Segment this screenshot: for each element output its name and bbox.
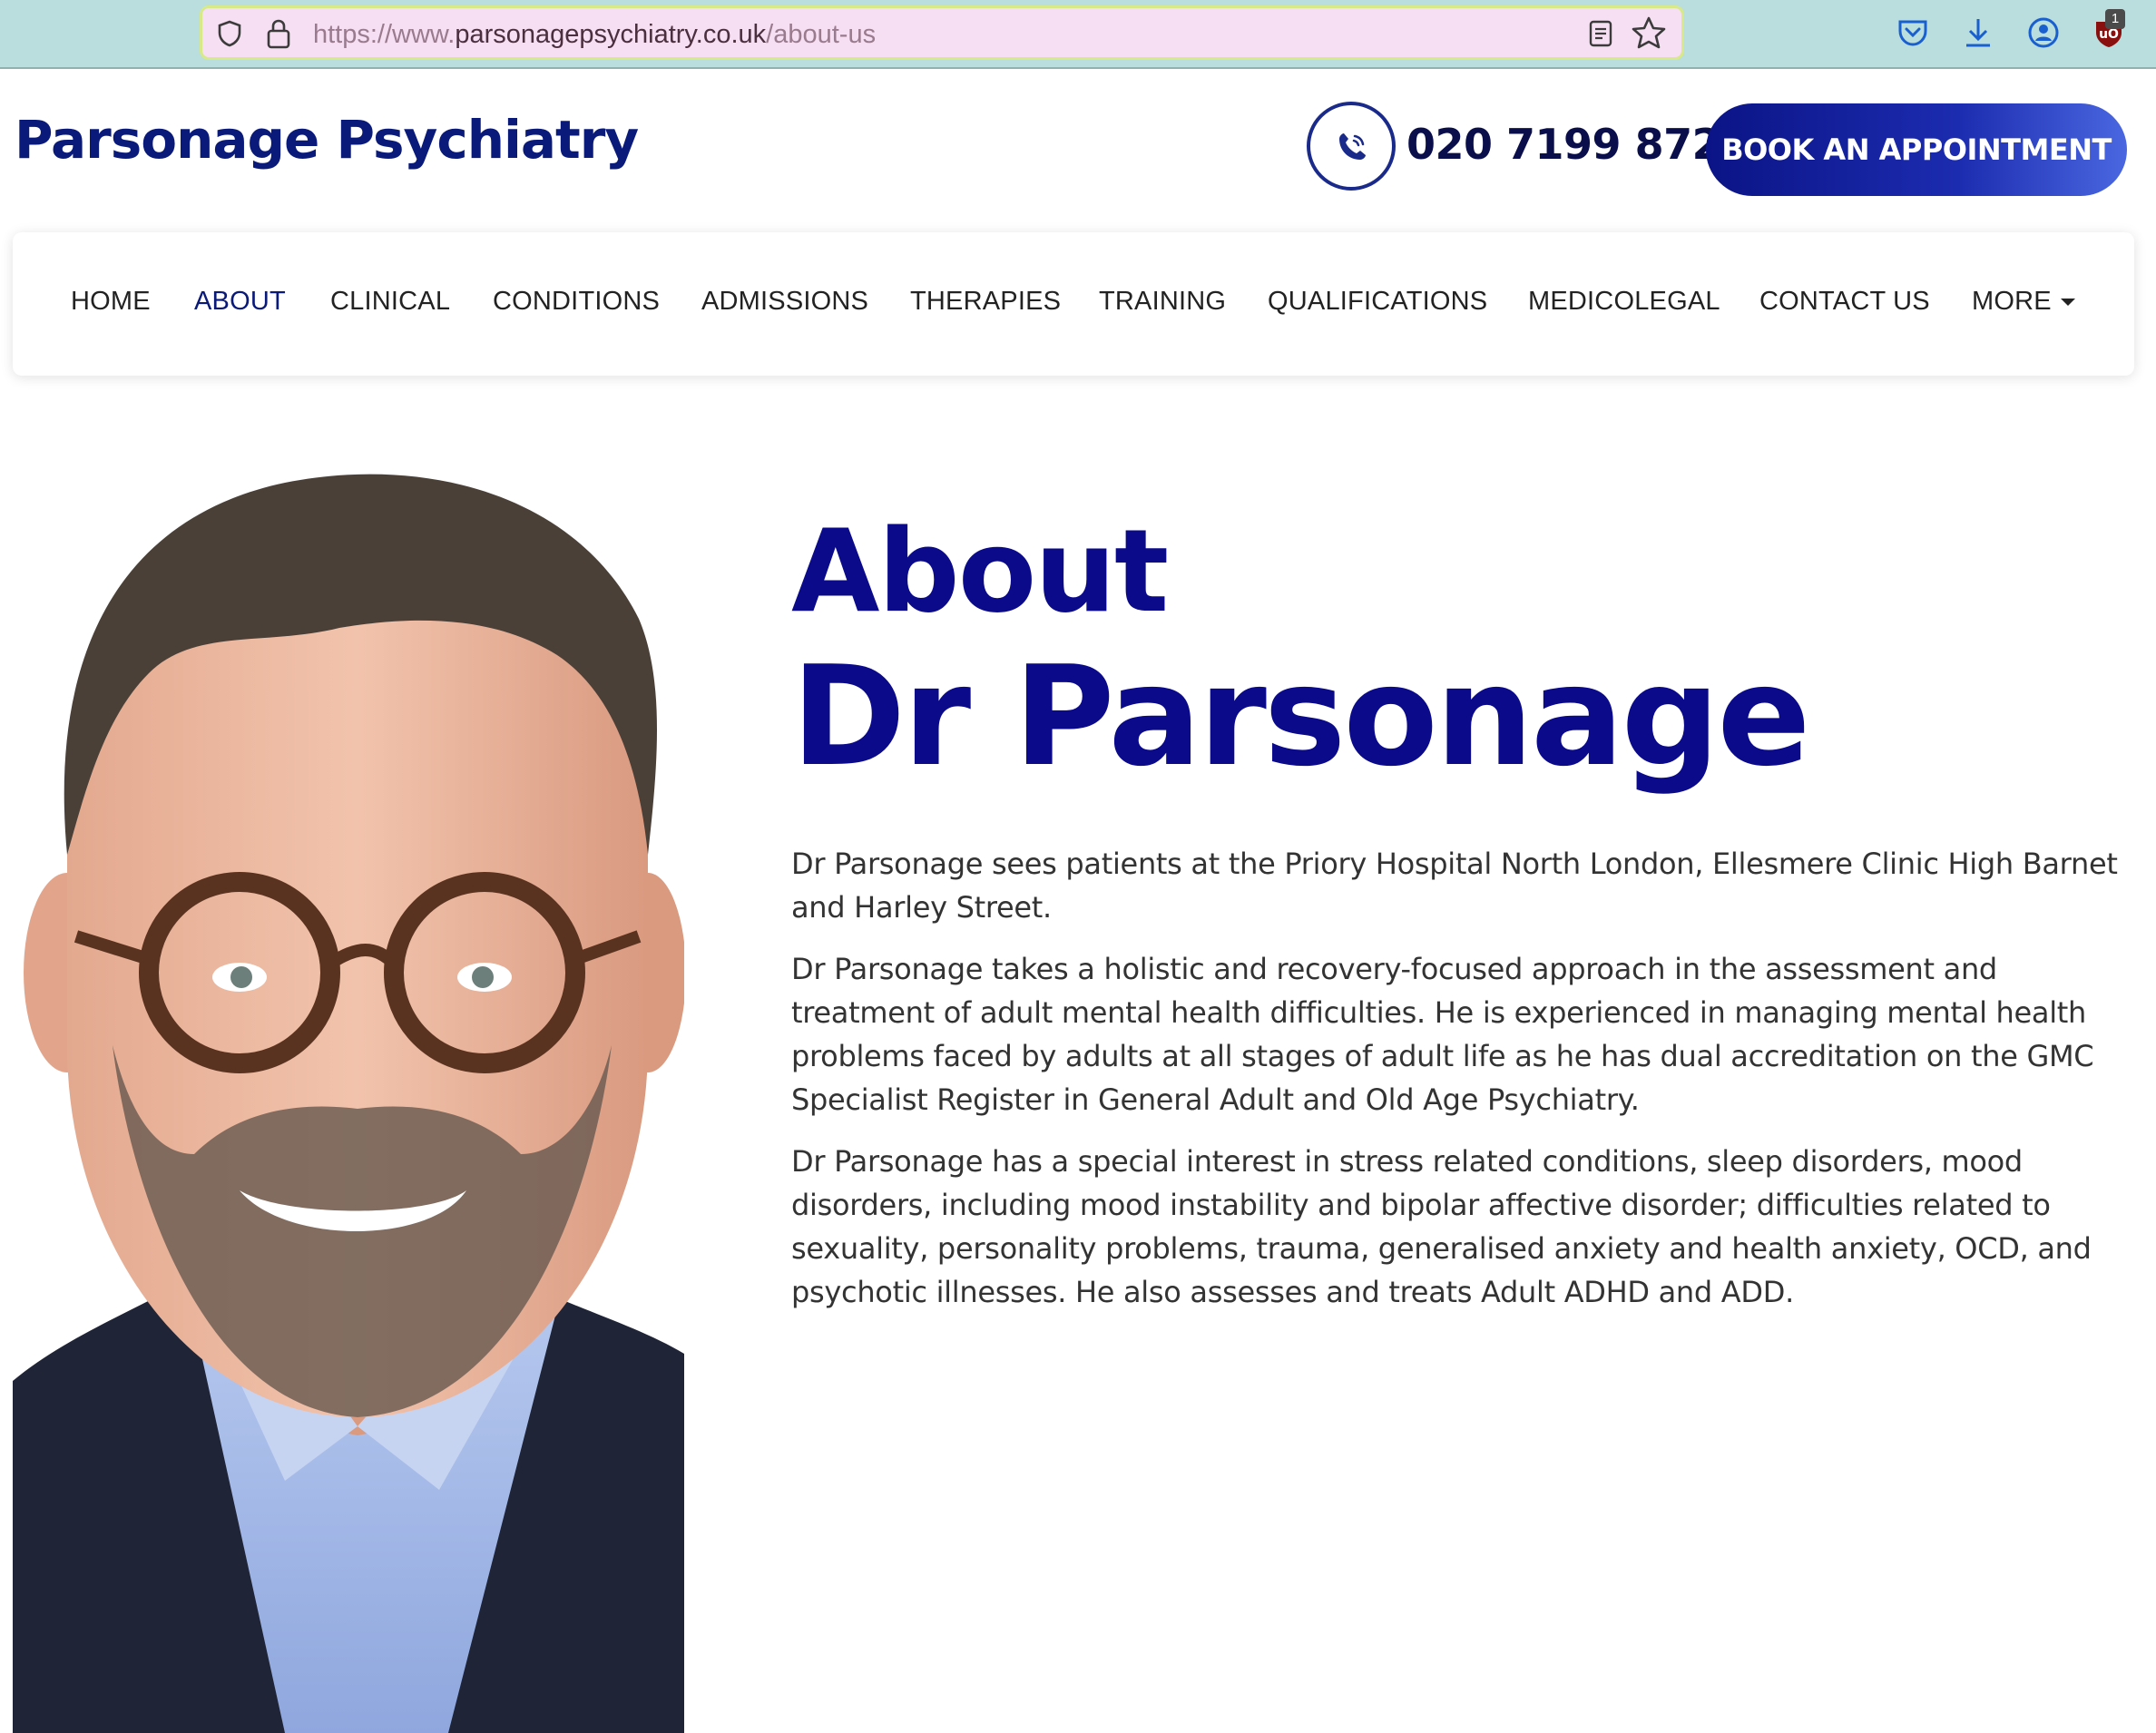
reader-view-icon[interactable] (1587, 19, 1614, 48)
url-prefix: https://www. (313, 20, 456, 49)
nav-item-home[interactable]: HOME (71, 285, 151, 318)
account-icon[interactable] (2025, 15, 2062, 51)
intro-paragraph: Dr Parsonage sees patients at the Priory… (791, 847, 2118, 925)
interests-paragraph: Dr Parsonage has a special interest in s… (791, 1144, 2092, 1309)
nav-item-clinical[interactable]: CLINICAL (330, 285, 450, 318)
nav-item-therapies[interactable]: THERAPIES (910, 285, 1061, 318)
svg-text:uO: uO (2099, 27, 2119, 42)
browser-toolbar: https://www.parsonagepsychiatry.co.uk/ab… (0, 0, 2156, 69)
doctor-portrait (13, 465, 684, 1733)
site-logo[interactable]: Parsonage Psychiatry (15, 109, 639, 171)
url-path: /about-us (766, 20, 877, 49)
shield-icon[interactable] (215, 19, 244, 48)
nav-more-label: MORE (1972, 287, 2052, 316)
bookmark-star-icon[interactable] (1631, 15, 1667, 50)
url-domain: parsonagepsychiatry.co.uk (455, 20, 767, 49)
nav-item-admissions[interactable]: ADMISSIONS (701, 285, 868, 318)
nav-item-training[interactable]: TRAINING (1099, 285, 1226, 318)
download-icon[interactable] (1960, 15, 1996, 51)
nav-item-about[interactable]: ABOUT (194, 285, 286, 318)
nav-item-conditions[interactable]: CONDITIONS (493, 285, 660, 318)
phone-number[interactable]: 020 7199 8728 (1406, 120, 1749, 169)
lock-icon[interactable] (264, 17, 293, 50)
extension-badge: 1 (2105, 9, 2125, 29)
nav-item-qualifications[interactable]: QUALIFICATIONS (1268, 285, 1487, 318)
nav-item-contact-us[interactable]: CONTACT US (1759, 285, 1930, 318)
phone-icon-circle[interactable] (1307, 102, 1396, 191)
phone-icon (1339, 133, 1366, 160)
main-navigation: HOME ABOUT CLINICAL CONDITIONS ADMISSION… (13, 232, 2134, 376)
page-title-line-1: About (791, 504, 1169, 638)
portrait-illustration (13, 474, 684, 1733)
caret-down-icon (2060, 299, 2075, 307)
nav-item-more[interactable]: MORE (1972, 285, 2075, 318)
page-title-line-2: Dr Parsonage (791, 636, 1810, 797)
address-bar[interactable]: https://www.parsonagepsychiatry.co.uk/ab… (200, 5, 1684, 60)
pocket-icon[interactable] (1895, 15, 1931, 51)
approach-paragraph: Dr Parsonage takes a holistic and recove… (791, 952, 2094, 1117)
url-text[interactable]: https://www.parsonagepsychiatry.co.uk/ab… (313, 19, 876, 50)
book-appointment-button[interactable]: BOOK AN APPOINTMENT (1706, 103, 2127, 196)
nav-item-medicolegal[interactable]: MEDICOLEGAL (1528, 285, 1720, 318)
